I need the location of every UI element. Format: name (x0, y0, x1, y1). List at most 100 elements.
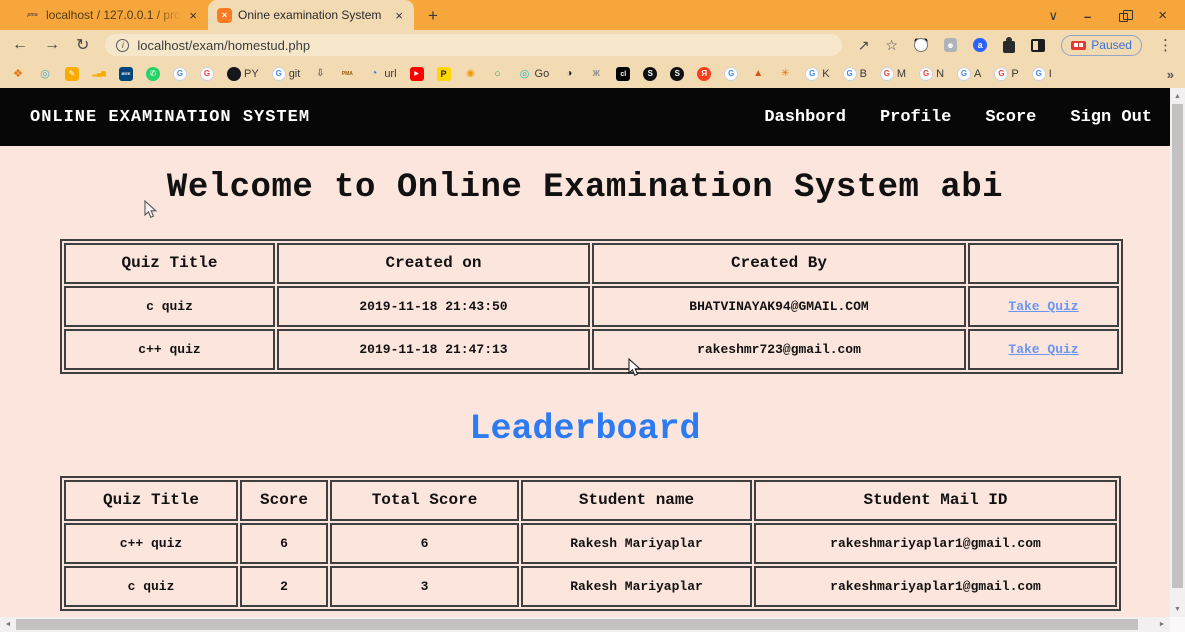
menu-icon[interactable]: ⋮ (1158, 36, 1173, 54)
vertical-scroll-thumb[interactable] (1172, 104, 1183, 588)
compose-bookmark[interactable]: ✎ (65, 67, 79, 81)
tab-close-icon[interactable]: × (393, 8, 405, 23)
col-student-name: Student name (521, 480, 752, 521)
tab-phpmyadmin[interactable]: pma localhost / 127.0.0.1 / project / st… (16, 0, 208, 30)
compose-icon: ✎ (65, 67, 79, 81)
whatsapp-bookmark[interactable]: ✆ (146, 67, 160, 81)
created-by-cell: rakeshmr723@gmail.com (592, 329, 966, 370)
reload-button[interactable]: ↻ (76, 35, 89, 55)
github-bookmark[interactable]: PY (227, 67, 259, 81)
col-created-on: Created on (277, 243, 590, 284)
google-b-bookmark[interactable]: GB (843, 67, 867, 81)
bookmarks-bar: ❖◎✎▂▄▆IEEE✆GGPYGgit⇩PMA◔url▶P◉○◎Go◑ЖclSS… (0, 60, 1185, 88)
new-tab-button[interactable]: + (428, 6, 438, 26)
back-button[interactable]: ← (12, 36, 28, 54)
welcome-heading: Welcome to Online Examination System abi (0, 168, 1170, 209)
xampp-favicon: × (217, 8, 232, 23)
quiz-row-cpp: c++ quiz 2019-11-18 21:47:13 rakeshmr723… (64, 329, 1119, 370)
google-git-label: git (289, 68, 301, 80)
leaderboard-header-row: Quiz Title Score Total Score Student nam… (64, 480, 1117, 521)
created-on-cell: 2019-11-18 21:47:13 (277, 329, 590, 370)
vertical-scrollbar[interactable]: ▲ ▼ (1170, 88, 1185, 617)
analytics-bookmark[interactable]: ▂▄▆ (92, 67, 106, 81)
tab-exam-system[interactable]: × Onine examination System × (208, 0, 414, 30)
matlab-bookmark[interactable]: ▲ (751, 67, 765, 81)
google-1-bookmark[interactable]: G (173, 67, 187, 81)
minimize-button[interactable]: – (1084, 9, 1091, 24)
scroll-right-icon[interactable]: ► (1154, 617, 1170, 632)
google-p-label: P (1011, 68, 1018, 80)
google-k-icon: G (805, 67, 819, 81)
scroll-left-icon[interactable]: ◄ (0, 617, 16, 632)
google-git-bookmark[interactable]: Ggit (272, 67, 301, 81)
google-p-bookmark[interactable]: GP (994, 67, 1018, 81)
google-a-bookmark[interactable]: GA (957, 67, 981, 81)
col-quiz-title: Quiz Title (64, 243, 275, 284)
bookmarks-overflow-icon[interactable]: » (1167, 67, 1174, 82)
figure-bookmark[interactable]: Ж (589, 67, 603, 81)
matlab-icon: ▲ (751, 67, 765, 81)
horizontal-scroll-thumb[interactable] (16, 619, 1138, 630)
google-n-bookmark[interactable]: GN (919, 67, 944, 81)
ieee-bookmark[interactable]: IEEE (119, 67, 133, 81)
google-k-bookmark[interactable]: GK (805, 67, 829, 81)
profile-paused-button[interactable]: Paused (1061, 35, 1142, 56)
tab-search-icon[interactable]: ∨ (1048, 8, 1058, 24)
nav-link-profile[interactable]: Profile (880, 108, 951, 127)
analytics-icon: ▂▄▆ (92, 67, 106, 81)
take-quiz-link[interactable]: Take Quiz (1008, 299, 1078, 314)
a-extension-icon[interactable]: a (973, 38, 987, 52)
google-m-bookmark[interactable]: GM (880, 67, 906, 81)
ring-bookmark[interactable]: ○ (491, 67, 505, 81)
tab-close-icon[interactable]: × (187, 8, 199, 23)
s-circle-1-bookmark[interactable]: S (643, 67, 657, 81)
leaderboard-heading: Leaderboard (0, 408, 1170, 450)
scroll-up-icon[interactable]: ▲ (1170, 88, 1185, 104)
quiz-cell: c++ quiz (64, 523, 238, 564)
nav-link-score[interactable]: Score (985, 108, 1036, 127)
quiz-title-cell: c++ quiz (64, 329, 275, 370)
profile-extension-icon[interactable]: ☻ (944, 38, 958, 52)
nav-link-dashboard[interactable]: Dashbord (764, 108, 846, 127)
camera-bookmark[interactable]: ◉ (464, 67, 478, 81)
google-i-icon: G (1032, 67, 1046, 81)
p-badge-bookmark[interactable]: P (437, 67, 451, 81)
s-circle-2-bookmark[interactable]: S (670, 67, 684, 81)
speedtest-icon: ◔ (367, 67, 381, 81)
yandex-bookmark[interactable]: Я (697, 67, 711, 81)
cl-bookmark[interactable]: cl (616, 67, 630, 81)
tab-title: Onine examination System (238, 8, 387, 22)
horizontal-scrollbar[interactable]: ◄ ► (0, 617, 1185, 632)
google-3-bookmark[interactable]: G (724, 67, 738, 81)
youtube-bookmark[interactable]: ▶ (410, 67, 424, 81)
panda-extension-icon[interactable] (914, 38, 928, 52)
phpmyadmin-bookmark[interactable]: PMA (340, 67, 354, 81)
nav-link-signout[interactable]: Sign Out (1070, 108, 1152, 127)
address-bar[interactable]: i localhost/exam/homestud.php (105, 34, 841, 56)
extensions-puzzle-icon[interactable] (1003, 41, 1015, 53)
restore-button[interactable] (1119, 13, 1128, 22)
media-play-bookmark[interactable]: ❖ (11, 67, 25, 81)
browser-window: pma localhost / 127.0.0.1 / project / st… (0, 0, 1185, 632)
info-icon[interactable]: i (116, 39, 129, 52)
google-b-label: B (860, 68, 867, 80)
take-quiz-link[interactable]: Take Quiz (1008, 342, 1078, 357)
scroll-down-icon[interactable]: ▼ (1170, 601, 1185, 617)
google-i-bookmark[interactable]: GI (1032, 67, 1052, 81)
phpmyadmin-favicon: pma (25, 8, 40, 23)
duck-bookmark[interactable]: ◑ (562, 67, 576, 81)
google-3-icon: G (724, 67, 738, 81)
speedtest-bookmark[interactable]: ◔url (367, 67, 396, 81)
share-icon[interactable]: ↗ (858, 37, 870, 54)
bookmark-star-icon[interactable]: ☆ (885, 37, 898, 54)
close-button[interactable]: × (1158, 7, 1167, 24)
side-panel-icon[interactable] (1031, 39, 1046, 52)
forward-button[interactable]: → (44, 36, 60, 54)
swirl-bookmark[interactable]: ◎ (38, 67, 52, 81)
url-text[interactable]: localhost/exam/homestud.php (137, 38, 310, 53)
go-circle-bookmark[interactable]: ◎Go (518, 67, 550, 81)
camera-icon: ◉ (464, 67, 478, 81)
download-bookmark[interactable]: ⇩ (313, 67, 327, 81)
google-2-bookmark[interactable]: G (200, 67, 214, 81)
sun-eye-bookmark[interactable]: ✳ (778, 67, 792, 81)
